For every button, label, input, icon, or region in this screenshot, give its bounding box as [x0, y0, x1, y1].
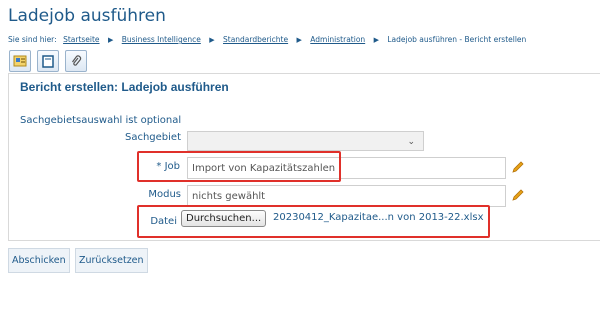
breadcrumb-link-business-intelligence[interactable]: Business Intelligence — [122, 35, 201, 44]
modus-value: nichts gewählt — [192, 191, 266, 202]
breadcrumb-link-standardberichte[interactable]: Standardberichte — [223, 35, 288, 44]
breadcrumb-separator-icon: ▶ — [209, 36, 215, 44]
panel-title: Bericht erstellen: Ladejob ausführen — [20, 80, 229, 94]
breadcrumb-separator-icon: ▶ — [373, 36, 379, 44]
edit-modus-icon[interactable] — [511, 188, 525, 202]
breadcrumb-link-administration[interactable]: Administration — [310, 35, 365, 44]
report-icon — [13, 55, 27, 67]
edit-job-icon[interactable] — [511, 160, 525, 174]
breadcrumb-separator-icon: ▶ — [296, 36, 302, 44]
sachgebiet-label: Sachgebiet — [124, 132, 181, 143]
sachgebiet-select[interactable]: ⌄ — [187, 131, 424, 151]
breadcrumb: Sie sind hier: Startseite ▶ Business Int… — [8, 35, 526, 44]
modus-label: Modus — [148, 189, 181, 200]
toolbar — [9, 50, 87, 72]
breadcrumb-link-startseite[interactable]: Startseite — [63, 35, 99, 44]
browse-button[interactable]: Durchsuchen... — [181, 210, 267, 227]
submit-button[interactable]: Abschicken — [8, 248, 70, 273]
breadcrumb-current: Ladejob ausführen - Bericht erstellen — [387, 35, 527, 44]
attachment-button[interactable] — [65, 50, 87, 72]
file-name: 20230412_Kapazitae...n von 2013-22.xlsx — [273, 212, 484, 223]
paperclip-icon — [72, 54, 82, 66]
modus-field[interactable]: nichts gewählt — [187, 185, 506, 207]
report-button[interactable] — [9, 50, 31, 72]
breadcrumb-separator-icon: ▶ — [107, 36, 114, 44]
job-highlight-box — [137, 151, 341, 182]
document-button[interactable] — [37, 50, 59, 72]
chevron-down-icon: ⌄ — [407, 137, 415, 147]
optional-note: Sachgebietsauswahl ist optional — [20, 115, 182, 126]
page-title: Ladejob ausführen — [8, 6, 166, 26]
document-icon — [42, 54, 54, 68]
breadcrumb-prefix: Sie sind hier: — [8, 35, 57, 44]
reset-button[interactable]: Zurücksetzen — [75, 248, 148, 273]
